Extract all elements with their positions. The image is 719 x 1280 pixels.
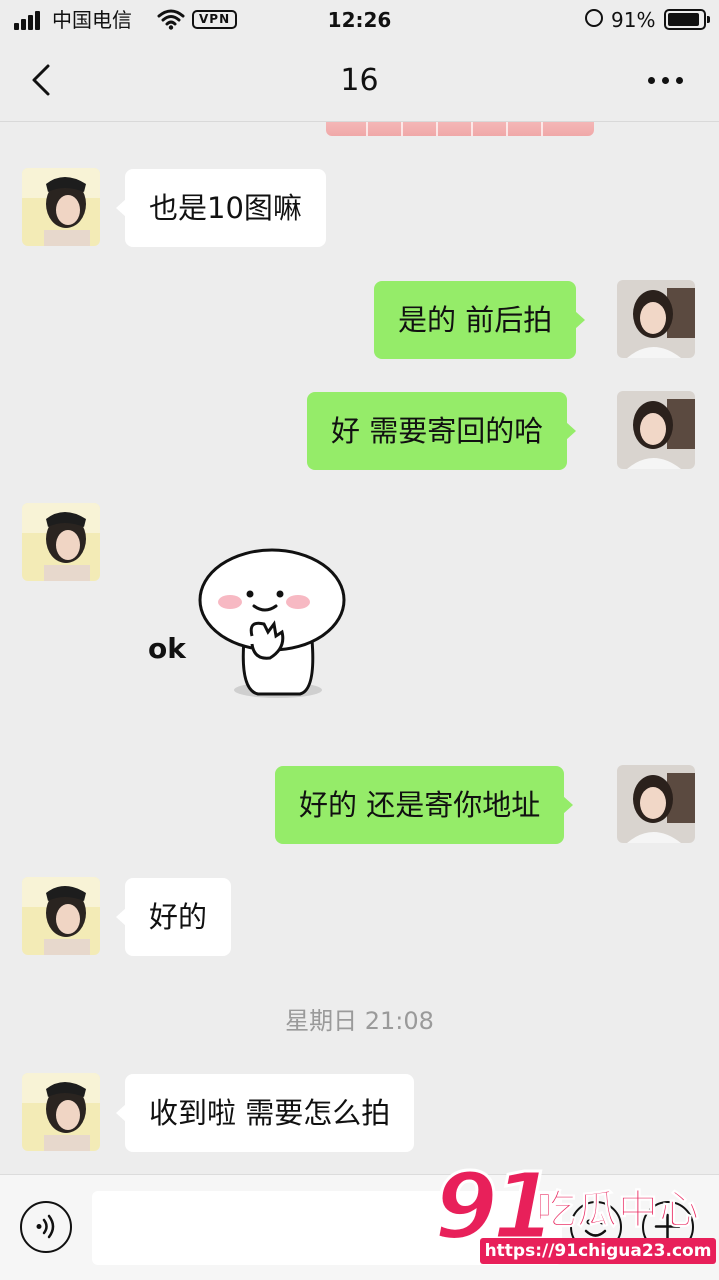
more-dots-icon[interactable] — [644, 68, 688, 92]
status-bar: 中国电信 VPN 12:26 91% — [0, 0, 719, 40]
message-bubble-outgoing[interactable]: 是的 前后拍 — [374, 281, 586, 359]
message-bubble-incoming[interactable]: 也是10图嘛 — [116, 169, 326, 247]
voice-icon[interactable] — [20, 1201, 72, 1253]
alarm-icon — [585, 9, 603, 27]
sticker-caption: ok — [148, 632, 187, 665]
watermark-url: https://91chigua23.com — [480, 1238, 716, 1264]
watermark-text: 吃瓜中心 — [536, 1187, 700, 1234]
message-bubble-outgoing[interactable]: 好 需要寄回的哈 — [307, 392, 577, 470]
message-bubble-incoming[interactable]: 收到啦 需要怎么拍 — [115, 1074, 415, 1152]
avatar-self[interactable] — [617, 765, 695, 843]
battery-icon — [664, 9, 710, 30]
battery-percent: 91% — [611, 8, 656, 32]
avatar-self[interactable] — [617, 280, 695, 358]
avatar-contact[interactable] — [22, 1073, 100, 1151]
message-bubble-incoming[interactable]: 好的 — [115, 878, 232, 956]
avatar-contact[interactable] — [22, 877, 100, 955]
chat-title: 16 — [340, 63, 379, 98]
chat-header: 16 — [0, 40, 719, 122]
avatar-contact[interactable] — [22, 168, 100, 246]
watermark-logo: 91 吃瓜中心 https://91chigua23.com — [432, 1152, 717, 1276]
sticker-ok[interactable]: ok — [140, 540, 360, 720]
timestamp: 星期日 21:08 — [285, 1007, 434, 1035]
image-message-partial[interactable] — [326, 122, 594, 136]
avatar-self[interactable] — [617, 391, 695, 469]
avatar-contact[interactable] — [22, 503, 100, 581]
message-bubble-outgoing[interactable]: 好的 还是寄你地址 — [275, 766, 574, 844]
